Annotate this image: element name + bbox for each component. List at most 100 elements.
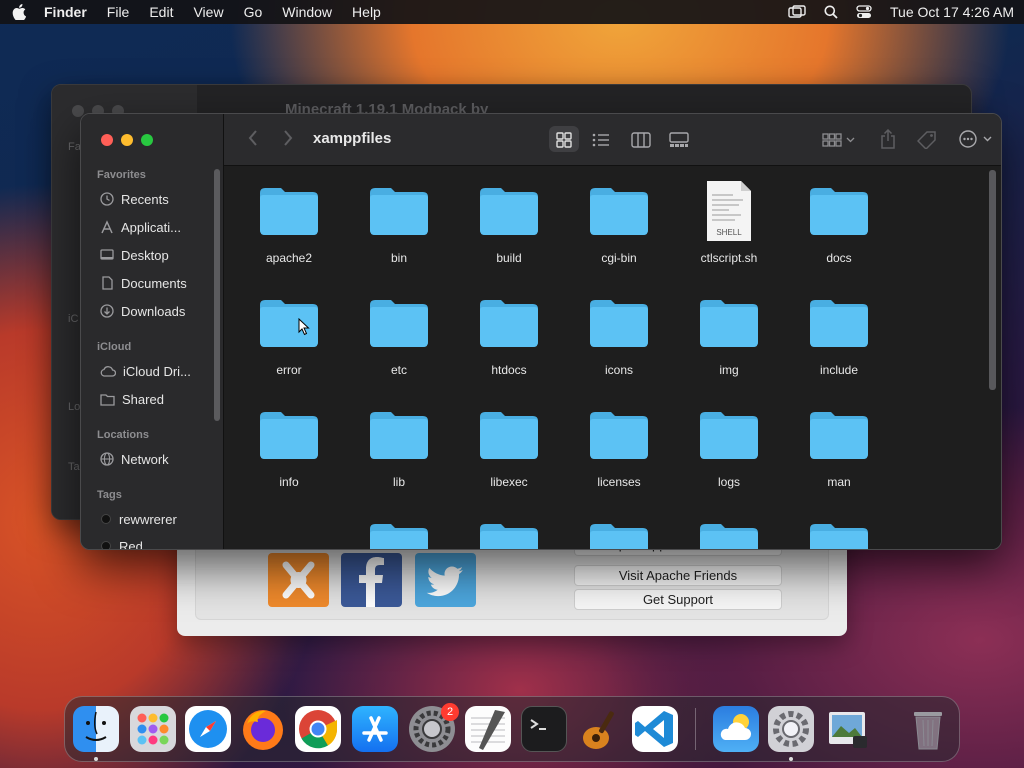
window-controls (101, 134, 153, 146)
shared-folder-icon (100, 393, 115, 406)
desktop-icon (100, 249, 114, 260)
garageband-dock-icon[interactable] (577, 706, 623, 752)
file-item-libexec[interactable]: libexec (454, 403, 564, 503)
file-item-apache2[interactable]: apache2 (234, 179, 344, 279)
file-item-logs[interactable]: logs (674, 403, 784, 503)
sidebar-item-desktop[interactable]: Desktop (100, 245, 169, 265)
tag-dot-icon (101, 514, 111, 524)
sidebar-item-downloads[interactable]: Downloads (100, 301, 185, 321)
sidebar-item-tag-red[interactable]: Red (100, 536, 143, 549)
chrome-dock-icon[interactable] (295, 706, 341, 752)
get-support-button[interactable]: Get Support (574, 589, 782, 610)
textedit-dock-icon[interactable] (465, 706, 511, 752)
sidebar-item-tag-rewwrerer[interactable]: rewwrerer (100, 509, 177, 529)
finder-dock-icon[interactable] (73, 706, 119, 752)
icon-view-icon[interactable] (556, 132, 572, 148)
file-item-etc[interactable]: etc (344, 291, 454, 391)
minimize-button[interactable] (121, 134, 133, 146)
twitter-logo-icon[interactable] (415, 553, 476, 607)
file-name-label: include (819, 363, 859, 377)
folder-icon (259, 403, 319, 463)
content-scrollbar[interactable] (989, 170, 996, 390)
file-item-img[interactable]: img (674, 291, 784, 391)
sidebar-item-icloud-drive[interactable]: iCloud Dri... (100, 361, 191, 381)
file-item-lib[interactable]: lib (344, 403, 454, 503)
menu-finder[interactable]: Finder (44, 4, 87, 20)
app-store-dock-icon[interactable] (352, 706, 398, 752)
close-button[interactable] (101, 134, 113, 146)
menu-file[interactable]: File (107, 4, 130, 20)
sidebar-item-recents[interactable]: Recents (100, 189, 169, 209)
menu-go[interactable]: Go (244, 4, 263, 20)
sidebar-item-label: Desktop (121, 247, 169, 263)
menu-window[interactable]: Window (282, 4, 332, 20)
sidebar-item-network[interactable]: Network (100, 449, 169, 469)
background-sidebar-fragment: Ta (68, 461, 80, 473)
gallery-view-icon[interactable] (669, 132, 689, 148)
file-name-label: licenses (597, 475, 641, 489)
vscode-dock-icon[interactable] (632, 706, 678, 752)
sidebar-item-applications[interactable]: Applicati... (100, 217, 181, 237)
sidebar-item-label: Recents (121, 191, 169, 207)
more-actions-icon[interactable] (959, 130, 995, 148)
facebook-logo-icon[interactable] (341, 553, 402, 607)
firefox-dock-icon[interactable] (240, 706, 286, 752)
file-item-bin[interactable]: bin (344, 179, 454, 279)
launchpad-dock-icon[interactable] (130, 706, 176, 752)
xampp-logo-icon[interactable] (268, 553, 329, 607)
safari-dock-icon[interactable] (185, 706, 231, 752)
file-item-docs[interactable]: docs (784, 179, 894, 279)
forward-chevron-icon[interactable] (283, 129, 293, 147)
window-title: xamppfiles (313, 130, 392, 147)
file-item-build[interactable]: build (454, 179, 564, 279)
sidebar-item-shared[interactable]: Shared (100, 389, 164, 409)
menu-help[interactable]: Help (352, 4, 381, 20)
list-view-icon[interactable] (592, 133, 610, 147)
file-item-partial[interactable] (564, 515, 674, 549)
file-item-include[interactable]: include (784, 291, 894, 391)
control-center-icon[interactable] (856, 5, 872, 19)
menu-edit[interactable]: Edit (149, 4, 173, 20)
file-item-icons[interactable]: icons (564, 291, 674, 391)
system-preferences-dock-icon[interactable] (768, 706, 814, 752)
share-icon[interactable] (880, 129, 896, 149)
file-name-label: ctlscript.sh (700, 251, 758, 265)
file-item-cgi-bin[interactable]: cgi-bin (564, 179, 674, 279)
file-item-info[interactable]: info (234, 403, 344, 503)
zoom-button[interactable] (141, 134, 153, 146)
sidebar-scrollbar[interactable] (214, 169, 220, 421)
file-item-error[interactable]: error (234, 291, 344, 391)
menu-clock[interactable]: Tue Oct 17 4:26 AM (890, 4, 1014, 20)
back-chevron-icon[interactable] (248, 129, 258, 147)
visit-apache-friends-button[interactable]: Visit Apache Friends (574, 565, 782, 586)
file-item-partial[interactable] (454, 515, 564, 549)
applications-icon (101, 220, 113, 234)
menu-bar: Finder File Edit View Go Window Help Tue… (0, 0, 1024, 24)
group-by-icon[interactable] (822, 132, 856, 148)
file-item-htdocs[interactable]: htdocs (454, 291, 564, 391)
folder-icon (369, 515, 429, 549)
finder-window[interactable]: Favorites Recents Applicati... Desktop D… (80, 113, 1002, 550)
file-item-licenses[interactable]: licenses (564, 403, 674, 503)
file-item-partial[interactable] (674, 515, 784, 549)
file-item-partial[interactable] (344, 515, 454, 549)
trash-dock-icon[interactable] (905, 706, 951, 752)
tag-icon[interactable] (917, 131, 937, 149)
menu-view[interactable]: View (193, 4, 223, 20)
weather-dock-icon[interactable] (713, 706, 759, 752)
column-view-icon[interactable] (631, 132, 651, 148)
sidebar-item-documents[interactable]: Documents (100, 273, 187, 293)
preview-dock-icon[interactable] (825, 706, 871, 752)
file-name-label: htdocs (491, 363, 527, 377)
apple-menu-icon[interactable] (10, 4, 28, 20)
folder-icon (479, 403, 539, 463)
file-item-man[interactable]: man (784, 403, 894, 503)
folder-icon (809, 515, 869, 549)
background-sidebar-fragment: Fa (68, 141, 81, 153)
shell-script-icon: SHELL (699, 181, 759, 241)
screen-mirroring-icon[interactable] (788, 5, 806, 19)
file-item-ctlscript-sh[interactable]: SHELL ctlscript.sh (674, 179, 784, 279)
spotlight-search-icon[interactable] (824, 5, 838, 19)
terminal-dock-icon[interactable] (521, 706, 567, 752)
file-item-partial[interactable] (784, 515, 894, 549)
